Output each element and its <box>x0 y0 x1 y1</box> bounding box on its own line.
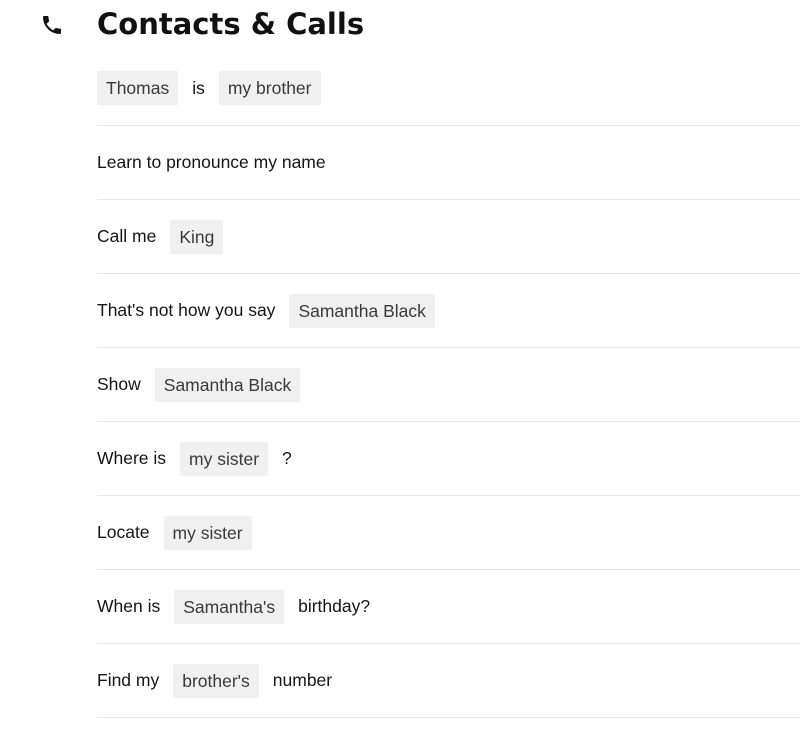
command-text: When is <box>97 596 161 616</box>
command-text: number <box>272 670 333 690</box>
example-chip: my sister <box>163 515 252 550</box>
command-text: Call me <box>97 226 157 246</box>
command-text: Where is <box>97 448 167 468</box>
command-text: Find my <box>97 670 160 690</box>
section-title: Contacts & Calls <box>97 7 365 41</box>
command-text: Show <box>97 374 141 394</box>
example-chip: Samantha Black <box>154 367 301 402</box>
example-chip: Thomas <box>97 71 179 105</box>
example-chip: Samantha's <box>174 589 285 624</box>
command-text: ? <box>282 448 292 468</box>
example-chip: my sister <box>180 441 269 476</box>
example-chip: Samantha Black <box>289 293 435 328</box>
command-row[interactable]: Thomas is my brother <box>97 51 800 126</box>
command-row[interactable]: That's not how you say Samantha Black <box>97 274 800 348</box>
command-row[interactable]: Locate my sister <box>97 496 800 570</box>
command-text: is <box>192 77 205 98</box>
command-list: Thomas is my brother Learn to pronounce … <box>97 51 800 718</box>
command-row[interactable]: Find my brother's number <box>97 644 800 718</box>
command-text: Locate <box>97 522 150 542</box>
command-text: birthday? <box>298 596 371 616</box>
example-chip: my brother <box>218 71 321 105</box>
command-row[interactable]: Learn to pronounce my name <box>97 126 800 200</box>
example-chip: King <box>170 219 224 254</box>
command-text: That's not how you say <box>97 300 276 320</box>
command-text: Learn to pronounce my name <box>97 152 326 172</box>
phone-icon <box>43 16 61 34</box>
command-row[interactable]: When is Samantha's birthday? <box>97 570 800 644</box>
command-row[interactable]: Show Samantha Black <box>97 348 800 422</box>
command-row[interactable]: Where is my sister ? <box>97 422 800 496</box>
command-row[interactable]: Call me King <box>97 200 800 274</box>
example-chip: brother's <box>173 663 259 698</box>
